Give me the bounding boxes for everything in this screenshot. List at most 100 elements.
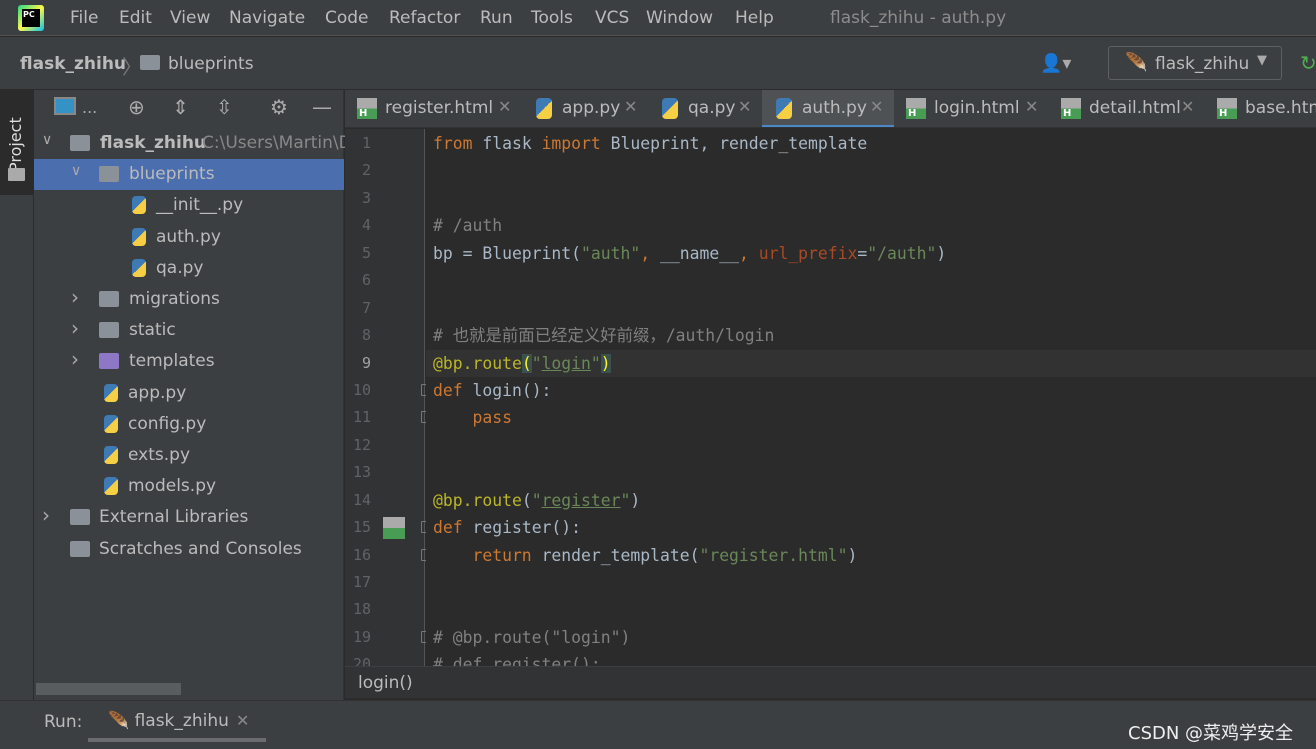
code-line: pass [433, 404, 511, 431]
code-token: "auth" [581, 243, 641, 263]
code-line: # /auth [433, 212, 502, 239]
menu-help[interactable]: Help [735, 8, 774, 28]
library-icon [70, 509, 90, 526]
tree-item[interactable]: exts.py [34, 440, 344, 471]
menu-navigate[interactable]: Navigate [229, 8, 305, 28]
flask-icon: 🪶 [1125, 52, 1148, 73]
code-token: ) [847, 545, 858, 565]
tree-item[interactable]: qa.py [34, 253, 344, 284]
menu-run[interactable]: Run [480, 8, 513, 28]
python-file-icon [536, 98, 552, 119]
menu-code[interactable]: Code [325, 8, 369, 28]
breadcrumb-folder[interactable]: blueprints [168, 54, 254, 74]
user-icon[interactable]: 👤▾ [1040, 53, 1071, 74]
menu-vcs[interactable]: VCS [595, 8, 629, 28]
tab-detail-html[interactable]: Hdetail.html ✕ [1049, 90, 1205, 127]
tree-item[interactable]: › External Libraries [34, 502, 344, 533]
tree-item[interactable]: models.py [34, 471, 344, 502]
chevron-down-icon[interactable]: ∨ [42, 132, 52, 148]
tree-item-label: blueprints [129, 164, 215, 185]
menu-refactor[interactable]: Refactor [389, 8, 460, 28]
collapse-all-icon[interactable]: ⇳ [216, 95, 233, 119]
tab-base-htm[interactable]: Hbase.htm [1205, 90, 1316, 127]
code-token: ) [600, 353, 611, 373]
watermark: CSDN @菜鸡学安全 [1128, 723, 1294, 744]
tree-item[interactable]: Scratches and Consoles [34, 534, 344, 565]
line-gutter: 1 2 3 4 5 6 7 8 9 10 11 12 13 14 15 16 17 18 19 20 [345, 129, 430, 673]
menu-tools[interactable]: Tools [531, 8, 573, 28]
close-icon[interactable]: ✕ [1025, 97, 1038, 116]
line-number: 7 [361, 298, 371, 317]
chevron-right-icon[interactable]: › [42, 503, 50, 527]
tree-item[interactable]: config.py [34, 409, 344, 440]
tree-item[interactable]: ∨ blueprints [34, 159, 344, 191]
tree-item[interactable]: auth.py [34, 222, 344, 253]
run-tab[interactable]: 🪶 flask_zhihu [108, 711, 229, 731]
html-file-icon: H [357, 98, 377, 119]
view-mode-label[interactable]: ... [82, 98, 97, 117]
breadcrumb-project[interactable]: flask_zhihu [20, 54, 126, 74]
code-token: @bp.route [433, 490, 522, 510]
tab-label: base.htm [1245, 98, 1316, 118]
python-file-icon [132, 258, 146, 277]
chevron-right-icon[interactable]: › [71, 316, 79, 340]
code-editor[interactable]: from flask import Blueprint, render_temp… [426, 129, 1316, 666]
code-token: ) [936, 243, 947, 263]
project-tool-tab[interactable]: Project [0, 90, 33, 195]
code-token: register(): [472, 518, 582, 538]
menu-window[interactable]: Window [646, 8, 713, 28]
close-icon[interactable]: ✕ [498, 97, 511, 116]
code-token: from [433, 134, 483, 153]
run-configuration-select[interactable]: 🪶 flask_zhihu ▼ [1108, 46, 1282, 80]
tree-item[interactable]: › migrations [34, 284, 344, 315]
tree-item-label: config.py [128, 413, 207, 434]
run-panel: Run: 🪶 flask_zhihu ✕ CSDN @菜鸡学安全 [0, 700, 1316, 749]
code-line: # @bp.route("login") [433, 624, 630, 651]
horizontal-scrollbar[interactable] [36, 683, 181, 695]
html-template-gutter-icon[interactable] [383, 517, 405, 540]
tree-item[interactable]: __init__.py [34, 190, 344, 221]
chevron-down-icon[interactable]: ∨ [71, 163, 81, 179]
hide-icon[interactable]: — [312, 95, 332, 119]
code-token: # 也就是前面已经定义好前缀，/auth/login [433, 326, 775, 346]
tree-item[interactable]: › templates [34, 346, 344, 377]
line-number: 13 [352, 463, 371, 482]
rerun-icon[interactable]: ↻ [1300, 51, 1316, 75]
tree-item[interactable]: app.py [34, 378, 344, 409]
dropdown-arrow-icon: ▼ [1257, 53, 1267, 68]
gear-icon[interactable]: ⚙ [270, 95, 288, 119]
code-token: "register.html" [699, 545, 848, 565]
tab-login-html[interactable]: Hlogin.html ✕ [894, 90, 1049, 127]
menu-edit[interactable]: Edit [119, 8, 152, 28]
code-breadcrumb[interactable]: login() [358, 673, 413, 693]
chevron-right-icon[interactable]: › [71, 347, 79, 371]
locate-icon[interactable]: ⊕ [128, 95, 145, 119]
chevron-right-icon[interactable]: › [71, 285, 79, 309]
close-icon[interactable]: ✕ [1181, 97, 1194, 116]
menu-view[interactable]: View [170, 8, 210, 28]
tab-register-html[interactable]: Hregister.html ✕ [345, 90, 522, 127]
menu-file[interactable]: File [70, 8, 98, 28]
close-icon[interactable]: ✕ [738, 97, 751, 116]
python-file-icon [662, 98, 678, 119]
close-icon[interactable]: ✕ [624, 97, 637, 116]
code-token: render_template( [541, 545, 700, 565]
tab-app-py[interactable]: app.py ✕ [522, 90, 648, 127]
close-icon[interactable]: ✕ [870, 97, 883, 116]
view-mode-icon[interactable] [54, 97, 76, 115]
code-token: return [433, 545, 542, 565]
tree-item-label: static [129, 320, 176, 341]
tree-item-label: app.py [128, 382, 187, 403]
code-token: # @bp.route("login") [433, 627, 631, 647]
tab-qa-py[interactable]: qa.py ✕ [648, 90, 762, 127]
code-token: " [531, 490, 542, 510]
line-number: 1 [361, 134, 371, 152]
expand-all-icon[interactable]: ⇕ [172, 95, 189, 119]
tree-item[interactable]: ∨ flask_zhihu C:\Users\Martin\D [34, 128, 352, 159]
code-line: @bp.route("register") [433, 487, 640, 514]
code-token: " [590, 353, 601, 373]
tab-auth-py[interactable]: auth.py ✕ [762, 90, 894, 127]
close-icon[interactable]: ✕ [236, 711, 249, 730]
project-tab-label: Project [6, 117, 25, 172]
tree-item[interactable]: › static [34, 315, 344, 346]
